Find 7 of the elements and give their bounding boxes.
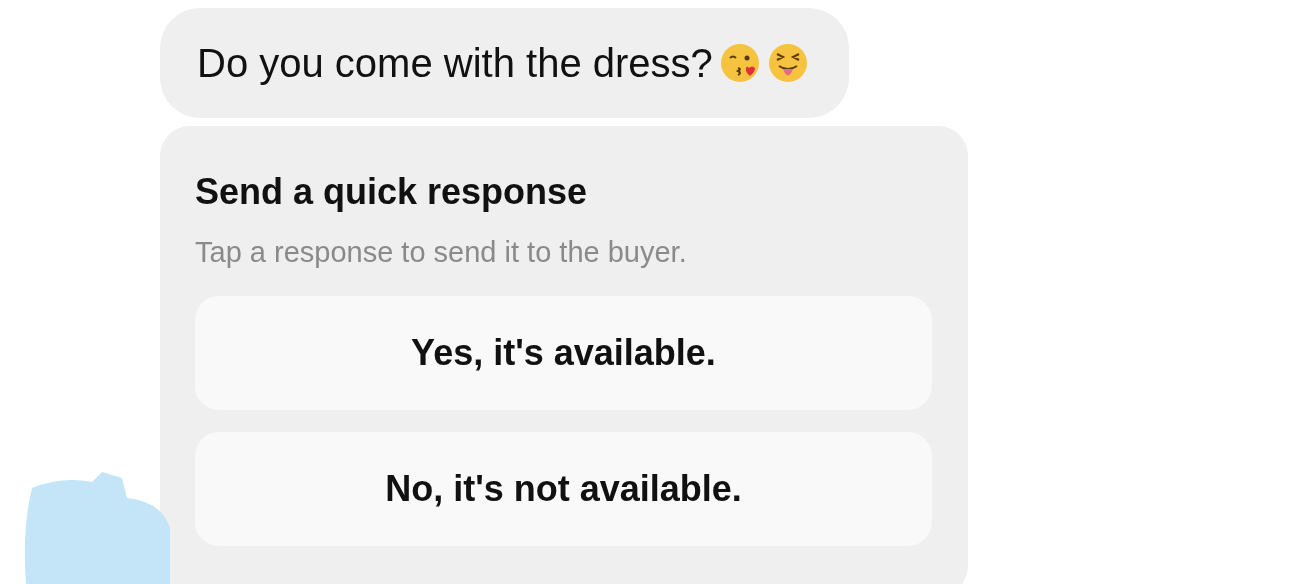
message-text: Do you come with the dress? [197, 40, 713, 87]
card-subtitle: Tap a response to send it to the buyer. [195, 235, 688, 270]
kiss-face-icon [718, 42, 761, 84]
tongue-face-icon [766, 42, 809, 84]
card-title: Send a quick response [195, 170, 589, 214]
response-button[interactable]: Yes, it's available. [195, 296, 932, 410]
response-button[interactable]: No, it's not available. [195, 432, 932, 546]
